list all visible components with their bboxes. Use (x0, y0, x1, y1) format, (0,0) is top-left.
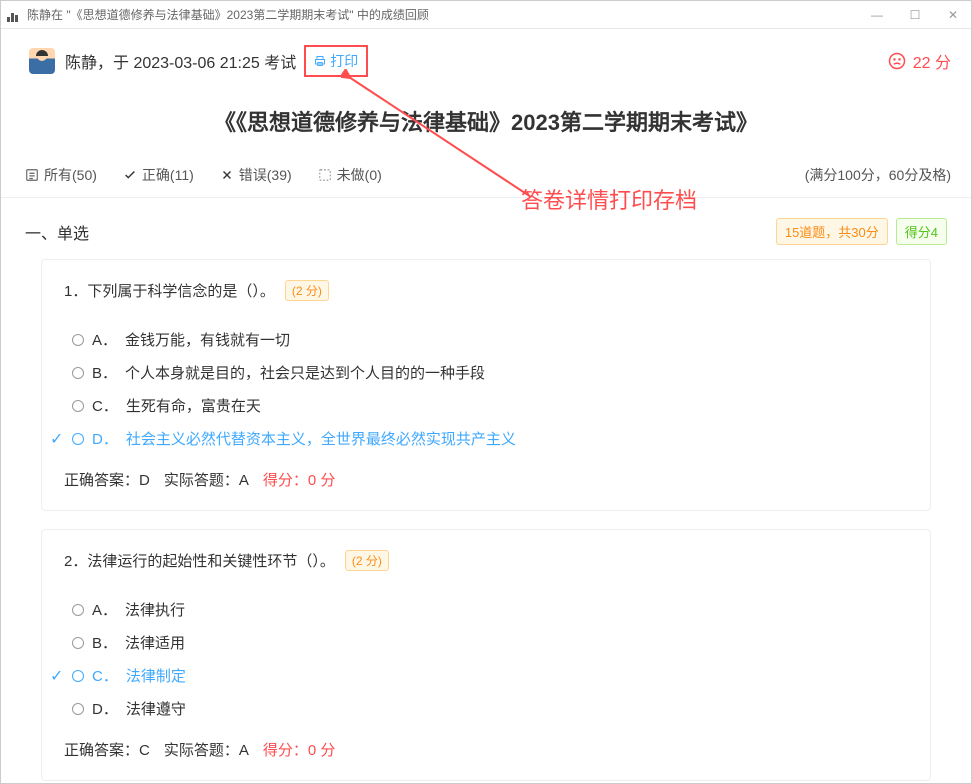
check-icon: ✓ (50, 666, 64, 686)
option-row[interactable]: A． 法律执行 (72, 593, 908, 626)
student-exam-info: 陈静，于 2023-03-06 21:25 考试 (65, 49, 296, 73)
option-text: 法律制定 (126, 665, 186, 686)
question-card: 2．法律运行的起始性和关键性环节（）。(2 分) A． 法律执行 B． 法律适用 ✓ C． 法… (41, 529, 931, 781)
tab-correct[interactable]: 正确(11) (123, 165, 194, 185)
answer-row: 正确答案：C 实际答题：A 得分：0 分 (64, 739, 908, 760)
print-icon (314, 55, 326, 67)
option-row[interactable]: B． 个人本身就是目的，社会只是达到个人目的的一种手段 (72, 356, 908, 389)
check-icon: ✓ (50, 429, 64, 449)
section-title: 一、单选 (25, 220, 89, 244)
option-label: B． (92, 632, 117, 653)
radio-icon (72, 637, 84, 649)
option-label: D． (92, 428, 118, 449)
filter-tabs: 所有(50) 正确(11) 错误(39) 未做(0) (满分100分，60分及格… (1, 159, 971, 198)
question-card: 1．下列属于科学信念的是（）。(2 分) A． 金钱万能，有钱就有一切 B． 个人本身就… (41, 259, 931, 511)
option-text: 社会主义必然代替资本主义，全世界最终必然实现共产主义 (126, 428, 516, 449)
radio-icon (72, 433, 84, 445)
option-text: 生死有命，富贵在天 (126, 395, 261, 416)
radio-icon (72, 703, 84, 715)
print-label: 打印 (330, 51, 358, 71)
tab-all[interactable]: 所有(50) (25, 165, 97, 185)
option-row[interactable]: D． 法律遵守 (72, 692, 908, 725)
sad-face-icon (887, 51, 907, 71)
option-label: B． (92, 362, 117, 383)
app-icon (7, 8, 21, 22)
question-score: 得分：0 分 (263, 469, 336, 490)
correct-answer: 正确答案：D (64, 469, 150, 490)
option-label: C． (92, 665, 118, 686)
option-text: 金钱万能，有钱就有一切 (125, 329, 290, 350)
section-count-badge: 15道题，共30分 (776, 218, 888, 245)
section-score-badge: 得分4 (896, 218, 947, 245)
correct-answer: 正确答案：C (64, 739, 150, 760)
actual-answer: 实际答题：A (164, 739, 249, 760)
total-score: 22 分 (887, 49, 951, 73)
actual-answer: 实际答题：A (164, 469, 249, 490)
check-icon (123, 168, 137, 182)
page-title: 《《思想道德修养与法律基础》2023第二学期期末考试》 (1, 87, 971, 159)
section-header: 一、单选 15道题，共30分 得分4 (1, 198, 971, 259)
window-close-button[interactable]: ✕ (941, 8, 965, 22)
points-badge: (2 分) (345, 550, 389, 571)
full-score-info: (满分100分，60分及格) (805, 165, 951, 185)
tab-undone[interactable]: 未做(0) (318, 165, 382, 185)
radio-icon (72, 400, 84, 412)
cross-icon (220, 168, 234, 182)
header-bar: 陈静，于 2023-03-06 21:25 考试 打印 22 分 (1, 29, 971, 87)
dashed-box-icon (318, 168, 332, 182)
avatar (29, 48, 55, 74)
option-row[interactable]: ✓D．社会主义必然代替资本主义，全世界最终必然实现共产主义 (72, 422, 908, 455)
score-text: 22 分 (913, 49, 951, 73)
option-row[interactable]: ✓C．法律制定 (72, 659, 908, 692)
points-badge: (2 分) (285, 280, 329, 301)
options-group: A． 金钱万能，有钱就有一切 B． 个人本身就是目的，社会只是达到个人目的的一种手段 C… (64, 317, 908, 469)
option-row[interactable]: A． 金钱万能，有钱就有一切 (72, 323, 908, 356)
radio-icon (72, 670, 84, 682)
question-list[interactable]: 1．下列属于科学信念的是（）。(2 分) A． 金钱万能，有钱就有一切 B． 个人本身就… (1, 259, 971, 783)
option-text: 法律遵守 (126, 698, 186, 719)
options-group: A．法律执行B．法律适用✓C．法律制定D．法律遵守 (64, 587, 908, 739)
tab-wrong[interactable]: 错误(39) (220, 165, 292, 185)
option-label: D． (92, 698, 118, 719)
question-title: 2．法律运行的起始性和关键性环节（）。(2 分) (64, 550, 908, 571)
window-titlebar: 陈静在 "《思想道德修养与法律基础》2023第二学期期末考试" 中的成绩回顾 —… (1, 1, 971, 29)
option-label: A． (92, 599, 117, 620)
question-title: 1．下列属于科学信念的是（）。(2 分) (64, 280, 908, 301)
option-text: 法律执行 (125, 599, 185, 620)
radio-icon (72, 604, 84, 616)
print-button[interactable]: 打印 (304, 45, 368, 77)
list-icon (25, 168, 39, 182)
radio-icon (72, 334, 84, 346)
option-text: 个人本身就是目的，社会只是达到个人目的的一种手段 (125, 362, 485, 383)
option-row[interactable]: B． 法律适用 (72, 626, 908, 659)
option-row[interactable]: C． 生死有命，富贵在天 (72, 389, 908, 422)
radio-icon (72, 367, 84, 379)
window-minimize-button[interactable]: — (865, 8, 889, 22)
answer-row: 正确答案：D 实际答题：A 得分：0 分 (64, 469, 908, 490)
option-text: 法律适用 (125, 632, 185, 653)
window-title: 陈静在 "《思想道德修养与法律基础》2023第二学期期末考试" 中的成绩回顾 (27, 6, 429, 23)
option-label: A． (92, 329, 117, 350)
question-score: 得分：0 分 (263, 739, 336, 760)
window-maximize-button[interactable]: ☐ (903, 8, 927, 22)
option-label: C． (92, 395, 118, 416)
